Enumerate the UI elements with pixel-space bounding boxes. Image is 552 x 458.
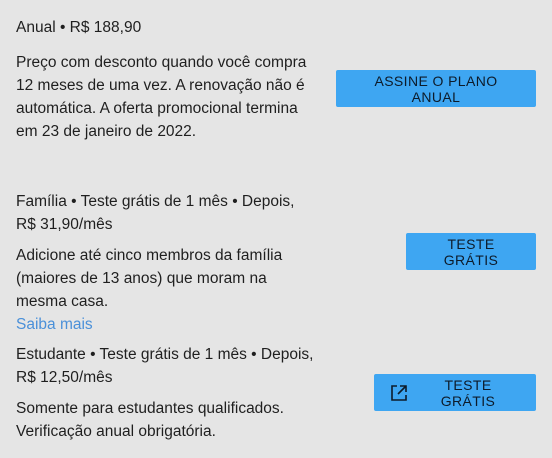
learn-more-link[interactable]: Saiba mais	[16, 313, 316, 336]
plan-annual-description: Preço com desconto quando você compra 12…	[16, 54, 307, 140]
subscribe-annual-button-label: ASSINE O PLANO ANUAL	[374, 72, 498, 105]
subscribe-annual-button[interactable]: ASSINE O PLANO ANUAL	[336, 70, 536, 107]
plan-family-header: Família • Teste grátis de 1 mês • Depois…	[16, 193, 295, 233]
plan-family-description-block: Adicione até cinco membros da família (m…	[16, 244, 316, 336]
plan-student-info: Estudante • Teste grátis de 1 mês • Depo…	[16, 343, 316, 443]
plan-family-description: Adicione até cinco membros da família (m…	[16, 247, 283, 310]
plan-family: Família • Teste grátis de 1 mês • Depois…	[16, 190, 536, 336]
plan-annual: Anual • R$ 188,90 Preço com desconto qua…	[16, 16, 536, 143]
plan-annual-header: Anual • R$ 188,90	[16, 19, 142, 36]
plan-annual-info: Anual • R$ 188,90 Preço com desconto qua…	[16, 16, 316, 143]
student-free-trial-button-label: TESTE GRÁTIS	[440, 376, 496, 409]
plan-family-info: Família • Teste grátis de 1 mês • Depois…	[16, 190, 316, 336]
plan-student-header: Estudante • Teste grátis de 1 mês • Depo…	[16, 346, 314, 386]
plans-page: Anual • R$ 188,90 Preço com desconto qua…	[0, 0, 552, 458]
family-free-trial-button-label: TESTE GRÁTIS	[443, 235, 499, 268]
family-free-trial-button[interactable]: TESTE GRÁTIS	[406, 233, 536, 270]
student-free-trial-button[interactable]: TESTE GRÁTIS	[374, 374, 536, 411]
plan-student: Estudante • Teste grátis de 1 mês • Depo…	[16, 343, 536, 443]
external-link-icon	[390, 384, 408, 402]
plan-student-description: Somente para estudantes qualificados. Ve…	[16, 400, 284, 440]
